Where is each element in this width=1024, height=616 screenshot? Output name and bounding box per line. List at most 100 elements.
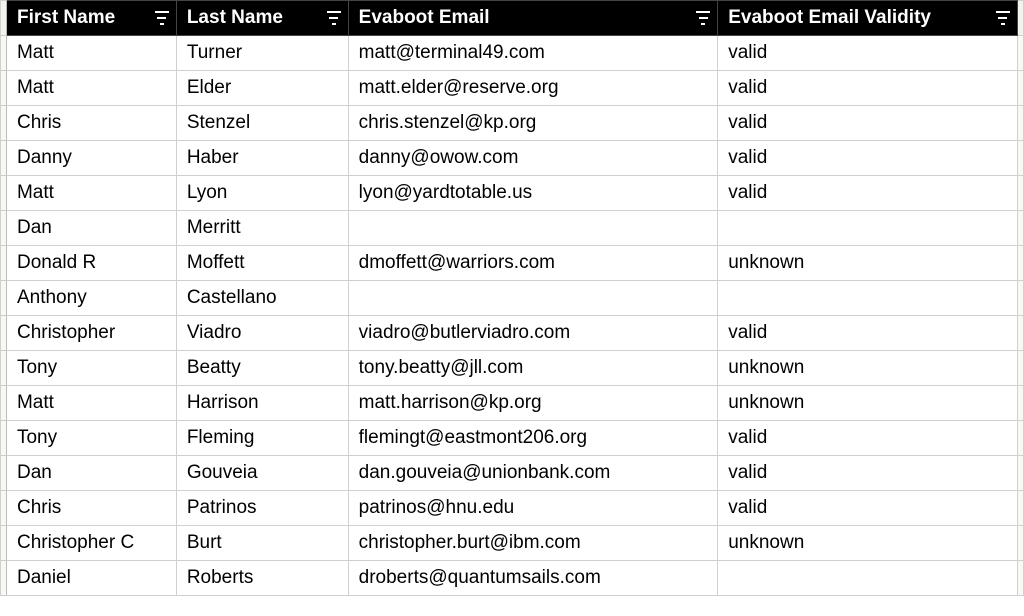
table-row[interactable]: ChrisStenzelchris.stenzel@kp.orgvalid xyxy=(1,106,1024,141)
cell-first-name[interactable]: Anthony xyxy=(6,281,176,316)
cell-last-name[interactable]: Moffett xyxy=(176,246,348,281)
cell-email[interactable] xyxy=(348,211,718,246)
cell-last-name[interactable]: Harrison xyxy=(176,386,348,421)
cell-first-name[interactable]: Donald R xyxy=(6,246,176,281)
cell-email[interactable]: dan.gouveia@unionbank.com xyxy=(348,456,718,491)
cell-first-name[interactable]: Matt xyxy=(6,71,176,106)
cell-validity[interactable]: unknown xyxy=(718,386,1018,421)
cell-email[interactable]: dmoffett@warriors.com xyxy=(348,246,718,281)
table-row[interactable]: MattEldermatt.elder@reserve.orgvalid xyxy=(1,71,1024,106)
cell-email[interactable]: christopher.burt@ibm.com xyxy=(348,526,718,561)
table-row[interactable]: ChristopherViadroviadro@butlerviadro.com… xyxy=(1,316,1024,351)
cell-validity[interactable] xyxy=(718,211,1018,246)
cell-email[interactable]: tony.beatty@jll.com xyxy=(348,351,718,386)
cell-first-name[interactable]: Matt xyxy=(6,176,176,211)
cell-first-name[interactable]: Chris xyxy=(6,106,176,141)
cell-last-name[interactable]: Lyon xyxy=(176,176,348,211)
filter-icon[interactable] xyxy=(695,11,711,25)
column-header-label: Evaboot Email xyxy=(359,7,490,29)
cell-validity[interactable] xyxy=(718,561,1018,596)
filter-icon[interactable] xyxy=(154,11,170,25)
cell-last-name[interactable]: Burt xyxy=(176,526,348,561)
cell-first-name[interactable]: Dan xyxy=(6,456,176,491)
cell-last-name[interactable]: Turner xyxy=(176,36,348,71)
cell-email[interactable]: droberts@quantumsails.com xyxy=(348,561,718,596)
column-header-first-name[interactable]: First Name xyxy=(6,1,176,36)
table-row[interactable]: DanGouveiadan.gouveia@unionbank.comvalid xyxy=(1,456,1024,491)
cell-validity[interactable]: unknown xyxy=(718,246,1018,281)
table-row[interactable]: AnthonyCastellano xyxy=(1,281,1024,316)
table-row[interactable]: MattLyonlyon@yardtotable.usvalid xyxy=(1,176,1024,211)
cell-email[interactable]: patrinos@hnu.edu xyxy=(348,491,718,526)
cell-validity[interactable]: valid xyxy=(718,421,1018,456)
cell-email[interactable] xyxy=(348,281,718,316)
cell-first-name[interactable]: Christopher xyxy=(6,316,176,351)
table-row[interactable]: TonyFlemingflemingt@eastmont206.orgvalid xyxy=(1,421,1024,456)
column-header-label: Last Name xyxy=(187,7,283,29)
cell-validity[interactable]: valid xyxy=(718,141,1018,176)
cell-last-name[interactable]: Roberts xyxy=(176,561,348,596)
table-row[interactable]: Christopher CBurtchristopher.burt@ibm.co… xyxy=(1,526,1024,561)
cell-validity[interactable]: valid xyxy=(718,36,1018,71)
table-header-row: First Name Last Name Evaboot Email Evabo… xyxy=(1,1,1024,36)
cell-validity[interactable]: unknown xyxy=(718,526,1018,561)
cell-email[interactable]: danny@owow.com xyxy=(348,141,718,176)
filter-icon[interactable] xyxy=(995,11,1011,25)
cell-first-name[interactable]: Dan xyxy=(6,211,176,246)
cell-email[interactable]: viadro@butlerviadro.com xyxy=(348,316,718,351)
table-row[interactable]: Donald RMoffettdmoffett@warriors.comunkn… xyxy=(1,246,1024,281)
column-gutter-right xyxy=(1017,421,1023,456)
cell-email[interactable]: matt.elder@reserve.org xyxy=(348,71,718,106)
cell-first-name[interactable]: Matt xyxy=(6,386,176,421)
column-header-label: First Name xyxy=(17,7,115,29)
column-gutter-right xyxy=(1017,351,1023,386)
cell-validity[interactable]: valid xyxy=(718,71,1018,106)
cell-validity[interactable]: valid xyxy=(718,316,1018,351)
cell-last-name[interactable]: Elder xyxy=(176,71,348,106)
cell-email[interactable]: flemingt@eastmont206.org xyxy=(348,421,718,456)
cell-email[interactable]: chris.stenzel@kp.org xyxy=(348,106,718,141)
cell-last-name[interactable]: Gouveia xyxy=(176,456,348,491)
cell-validity[interactable] xyxy=(718,281,1018,316)
column-gutter-right xyxy=(1017,71,1023,106)
cell-last-name[interactable]: Haber xyxy=(176,141,348,176)
column-gutter-right xyxy=(1017,106,1023,141)
table-row[interactable]: DanMerritt xyxy=(1,211,1024,246)
cell-last-name[interactable]: Fleming xyxy=(176,421,348,456)
column-gutter-right xyxy=(1017,456,1023,491)
cell-first-name[interactable]: Danny xyxy=(6,141,176,176)
cell-last-name[interactable]: Stenzel xyxy=(176,106,348,141)
cell-validity[interactable]: valid xyxy=(718,176,1018,211)
table-row[interactable]: ChrisPatrinospatrinos@hnu.eduvalid xyxy=(1,491,1024,526)
column-gutter-right xyxy=(1017,281,1023,316)
spreadsheet-table: First Name Last Name Evaboot Email Evabo… xyxy=(0,0,1024,596)
cell-first-name[interactable]: Matt xyxy=(6,36,176,71)
cell-email[interactable]: matt.harrison@kp.org xyxy=(348,386,718,421)
cell-first-name[interactable]: Tony xyxy=(6,351,176,386)
cell-validity[interactable]: valid xyxy=(718,491,1018,526)
cell-first-name[interactable]: Tony xyxy=(6,421,176,456)
cell-validity[interactable]: valid xyxy=(718,106,1018,141)
cell-email[interactable]: matt@terminal49.com xyxy=(348,36,718,71)
table-row[interactable]: MattTurnermatt@terminal49.comvalid xyxy=(1,36,1024,71)
cell-first-name[interactable]: Christopher C xyxy=(6,526,176,561)
column-header-email[interactable]: Evaboot Email xyxy=(348,1,718,36)
cell-validity[interactable]: unknown xyxy=(718,351,1018,386)
cell-last-name[interactable]: Castellano xyxy=(176,281,348,316)
filter-icon[interactable] xyxy=(326,11,342,25)
column-gutter-right xyxy=(1017,36,1023,71)
cell-first-name[interactable]: Chris xyxy=(6,491,176,526)
cell-last-name[interactable]: Beatty xyxy=(176,351,348,386)
column-header-validity[interactable]: Evaboot Email Validity xyxy=(718,1,1018,36)
cell-validity[interactable]: valid xyxy=(718,456,1018,491)
table-row[interactable]: DanielRobertsdroberts@quantumsails.com xyxy=(1,561,1024,596)
table-row[interactable]: TonyBeattytony.beatty@jll.comunknown xyxy=(1,351,1024,386)
table-row[interactable]: MattHarrisonmatt.harrison@kp.orgunknown xyxy=(1,386,1024,421)
cell-email[interactable]: lyon@yardtotable.us xyxy=(348,176,718,211)
cell-last-name[interactable]: Patrinos xyxy=(176,491,348,526)
cell-first-name[interactable]: Daniel xyxy=(6,561,176,596)
column-header-last-name[interactable]: Last Name xyxy=(176,1,348,36)
cell-last-name[interactable]: Viadro xyxy=(176,316,348,351)
cell-last-name[interactable]: Merritt xyxy=(176,211,348,246)
table-row[interactable]: DannyHaberdanny@owow.comvalid xyxy=(1,141,1024,176)
